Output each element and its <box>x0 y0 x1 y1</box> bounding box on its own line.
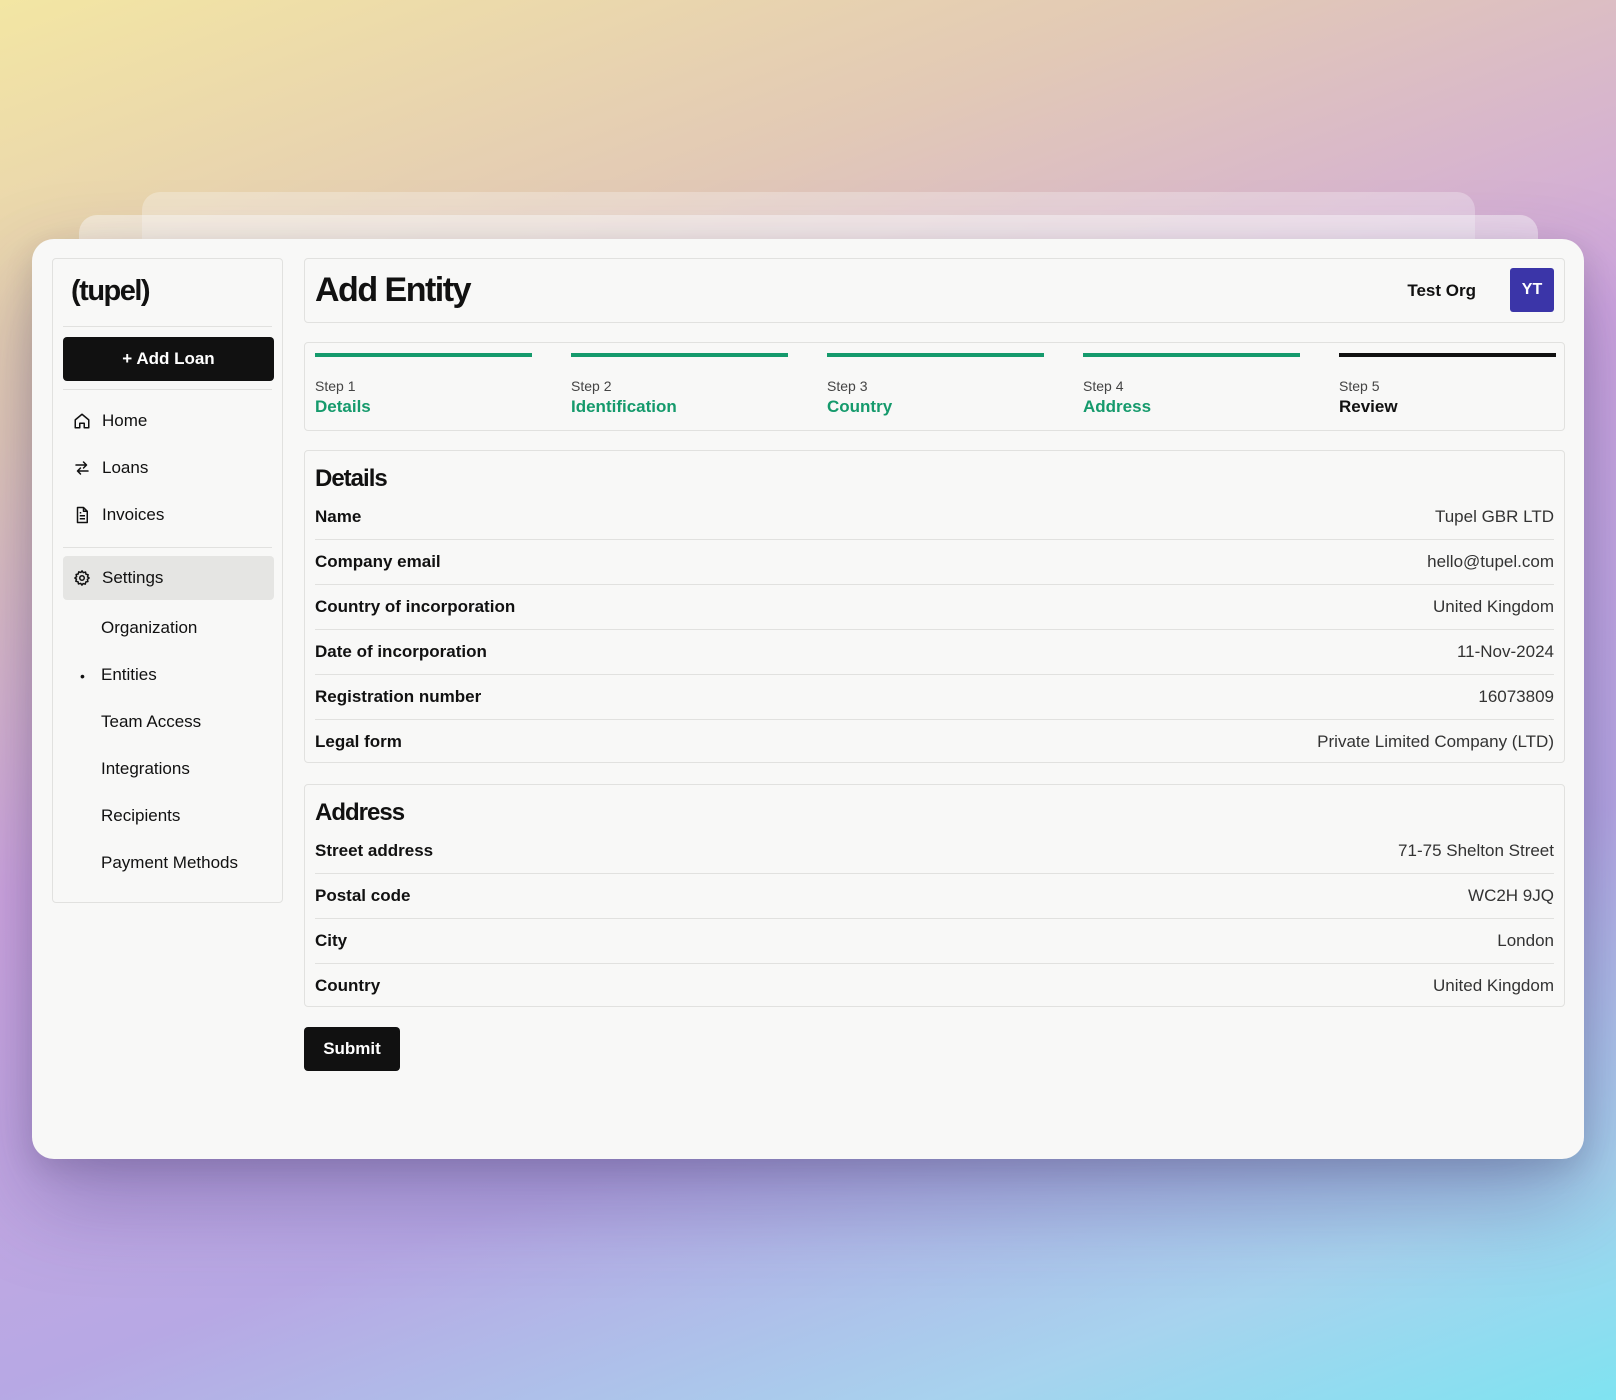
step-country[interactable]: Step 3 Country <box>827 353 1044 417</box>
section-title: Details <box>315 465 388 492</box>
sidebar-item-loans[interactable]: Loans <box>63 446 274 490</box>
detail-key: Street address <box>315 840 434 860</box>
active-bullet: • <box>80 668 85 684</box>
detail-key: Company email <box>315 551 441 571</box>
sidebar-divider <box>63 389 272 390</box>
detail-value: London <box>1497 930 1554 950</box>
add-loan-button[interactable]: + Add Loan <box>63 337 274 381</box>
step-number: Step 1 <box>315 378 356 394</box>
step-progress-bar <box>315 353 532 357</box>
home-icon <box>71 410 93 432</box>
detail-value: United Kingdom <box>1433 975 1554 995</box>
step-label: Identification <box>571 397 677 416</box>
detail-key: Date of incorporation <box>315 641 487 661</box>
detail-value: United Kingdom <box>1433 596 1554 616</box>
details-section: Details Name Tupel GBR LTD Company email… <box>304 450 1565 763</box>
detail-row-registration-number: Registration number 16073809 <box>315 674 1554 719</box>
step-address[interactable]: Step 4 Address <box>1083 353 1300 417</box>
step-label: Address <box>1083 397 1152 416</box>
sidebar-item-label: Home <box>102 411 148 430</box>
detail-row-name: Name Tupel GBR LTD <box>315 494 1554 539</box>
detail-value: 71-75 Shelton Street <box>1398 840 1554 860</box>
document-icon <box>71 504 93 526</box>
detail-row-date-of-incorporation: Date of incorporation 11-Nov-2024 <box>315 629 1554 674</box>
sidebar-subitem-team-access[interactable]: Team Access <box>101 707 201 737</box>
sidebar-subitem-payment-methods[interactable]: Payment Methods <box>101 848 238 878</box>
sidebar-subitem-integrations[interactable]: Integrations <box>101 754 190 784</box>
gear-icon <box>71 567 93 589</box>
sidebar-subitem-organization[interactable]: Organization <box>101 613 197 643</box>
step-number: Step 4 <box>1083 378 1124 394</box>
swap-arrows-icon <box>71 457 93 479</box>
step-number: Step 3 <box>827 378 868 394</box>
sidebar-subitem-entities[interactable]: Entities <box>101 660 157 690</box>
detail-value: hello@tupel.com <box>1427 551 1554 571</box>
detail-key: Registration number <box>315 686 482 706</box>
sidebar-item-label: Settings <box>102 568 164 587</box>
step-number: Step 2 <box>571 378 612 394</box>
sidebar-item-home[interactable]: Home <box>63 399 274 443</box>
detail-key: Name <box>315 506 362 526</box>
step-identification[interactable]: Step 2 Identification <box>571 353 788 417</box>
step-review[interactable]: Step 5 Review <box>1339 353 1556 417</box>
sidebar-item-label: Loans <box>102 458 149 477</box>
section-title: Address <box>315 799 405 826</box>
sidebar-subitem-recipients[interactable]: Recipients <box>101 801 180 831</box>
detail-value: 16073809 <box>1478 686 1554 706</box>
step-number: Step 5 <box>1339 378 1380 394</box>
detail-row-country-of-incorporation: Country of incorporation United Kingdom <box>315 584 1554 629</box>
page-header: Add Entity Test Org YT <box>304 258 1565 323</box>
submit-button[interactable]: Submit <box>304 1027 400 1071</box>
sidebar-item-invoices[interactable]: Invoices <box>63 493 274 537</box>
brand-logo[interactable]: (tupel) <box>71 275 151 308</box>
detail-key: Legal form <box>315 731 402 751</box>
address-section: Address Street address 71-75 Shelton Str… <box>304 784 1565 1007</box>
address-row-postal-code: Postal code WC2H 9JQ <box>315 873 1554 918</box>
step-label: Country <box>827 397 893 416</box>
detail-key: Postal code <box>315 885 411 905</box>
avatar[interactable]: YT <box>1510 268 1554 312</box>
detail-row-legal-form: Legal form Private Limited Company (LTD) <box>315 719 1554 764</box>
sidebar-divider <box>63 547 272 548</box>
sidebar-divider <box>63 326 272 327</box>
detail-key: City <box>315 930 348 950</box>
sidebar-item-label: Invoices <box>102 505 165 524</box>
address-row-street: Street address 71-75 Shelton Street <box>315 828 1554 873</box>
address-row-country: Country United Kingdom <box>315 963 1554 1008</box>
step-label: Details <box>315 397 371 416</box>
step-progress-bar <box>1083 353 1300 357</box>
address-row-city: City London <box>315 918 1554 963</box>
org-switcher[interactable]: Test Org <box>1407 281 1476 301</box>
stepper: Step 1 Details Step 2 Identification Ste… <box>304 342 1565 431</box>
detail-key: Country <box>315 975 381 995</box>
page-title: Add Entity <box>315 271 471 309</box>
step-details[interactable]: Step 1 Details <box>315 353 532 417</box>
sidebar-item-settings[interactable]: Settings <box>63 556 274 600</box>
detail-value: 11-Nov-2024 <box>1456 641 1554 661</box>
detail-value: Tupel GBR LTD <box>1434 506 1554 526</box>
detail-value: Private Limited Company (LTD) <box>1317 731 1554 751</box>
step-progress-bar <box>827 353 1044 357</box>
detail-row-company-email: Company email hello@tupel.com <box>315 539 1554 584</box>
app-window: (tupel) + Add Loan Home Loans Invoices S… <box>32 239 1584 1159</box>
step-progress-bar <box>571 353 788 357</box>
detail-key: Country of incorporation <box>315 596 516 616</box>
step-label: Review <box>1339 397 1398 416</box>
step-progress-bar <box>1339 353 1556 357</box>
sidebar: (tupel) + Add Loan Home Loans Invoices S… <box>52 258 283 903</box>
detail-value: WC2H 9JQ <box>1468 885 1554 905</box>
